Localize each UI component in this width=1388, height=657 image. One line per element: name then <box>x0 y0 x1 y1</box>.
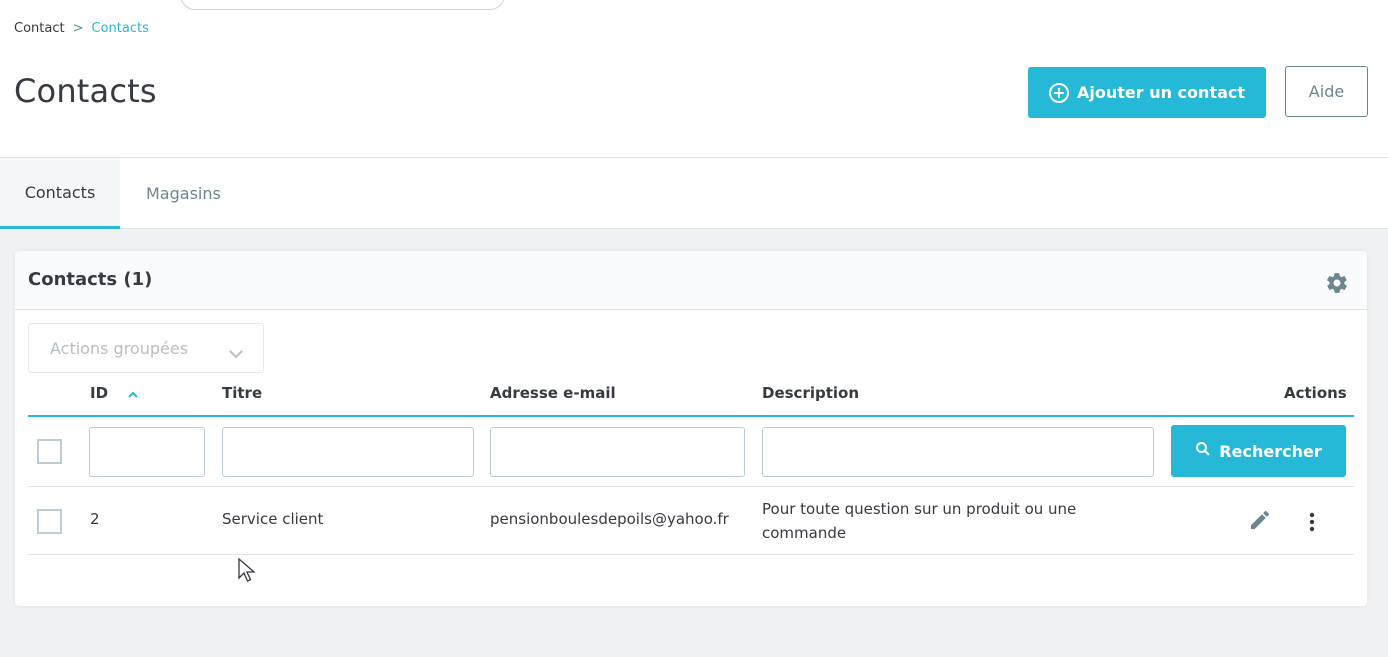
row-divider <box>28 554 1354 555</box>
filter-id-input[interactable] <box>89 427 205 477</box>
column-header-email: Adresse e-mail <box>490 384 616 402</box>
tab-contacts[interactable]: Contacts <box>0 158 120 229</box>
mouse-cursor-icon <box>238 557 256 588</box>
plus-circle-icon: + <box>1048 82 1069 103</box>
cell-titre: Service client <box>222 510 324 528</box>
page-title: Contacts <box>14 72 157 110</box>
column-header-actions: Actions <box>1284 384 1347 402</box>
add-contact-label: Ajouter un contact <box>1076 83 1245 102</box>
column-header-description: Description <box>762 384 860 402</box>
tab-magasins[interactable]: Magasins <box>146 158 246 229</box>
column-header-id[interactable]: ID <box>90 384 139 403</box>
breadcrumb-separator: > <box>72 21 84 36</box>
gear-icon[interactable] <box>1325 271 1351 297</box>
breadcrumb: Contact > Contacts <box>14 21 149 36</box>
column-header-titre: Titre <box>222 384 263 402</box>
card-title: Contacts (1) <box>28 269 153 290</box>
header-divider <box>28 415 1354 417</box>
filter-description-input[interactable] <box>762 427 1154 477</box>
row-divider <box>28 486 1354 487</box>
search-icon <box>1195 441 1211 461</box>
contacts-card: Contacts (1) Actions groupées ID Titre A… <box>15 251 1367 606</box>
bulk-actions-label: Actions groupées <box>50 338 189 358</box>
filter-email-input[interactable] <box>490 427 745 477</box>
search-button[interactable]: Rechercher <box>1171 425 1346 477</box>
more-vertical-icon[interactable] <box>1305 509 1319 535</box>
header-search-input[interactable] <box>180 0 505 10</box>
column-header-id-label: ID <box>90 384 109 402</box>
cell-email: pensionboulesdepoils@yahoo.fr <box>490 510 729 528</box>
breadcrumb-parent-link[interactable]: Contact <box>14 21 65 36</box>
filter-titre-input[interactable] <box>222 427 474 477</box>
row-checkbox[interactable] <box>37 509 62 534</box>
chevron-down-icon <box>228 344 244 363</box>
cell-id: 2 <box>90 510 100 528</box>
cell-description: Pour toute question sur un produit ou un… <box>762 500 1077 542</box>
search-button-label: Rechercher <box>1219 441 1322 461</box>
page-header: Contact > Contacts Contacts + Ajouter un c… <box>0 0 1388 158</box>
tab-bar: Contacts Magasins <box>0 158 1388 229</box>
breadcrumb-current[interactable]: Contacts <box>91 21 148 36</box>
bulk-actions-dropdown[interactable]: Actions groupées <box>28 323 264 373</box>
sort-asc-icon[interactable] <box>127 385 139 403</box>
card-header: Contacts (1) <box>15 251 1367 310</box>
select-all-checkbox[interactable] <box>37 439 62 464</box>
help-button[interactable]: Aide <box>1285 66 1368 117</box>
add-contact-button[interactable]: + Ajouter un contact <box>1028 67 1266 118</box>
pencil-icon[interactable] <box>1248 508 1272 532</box>
